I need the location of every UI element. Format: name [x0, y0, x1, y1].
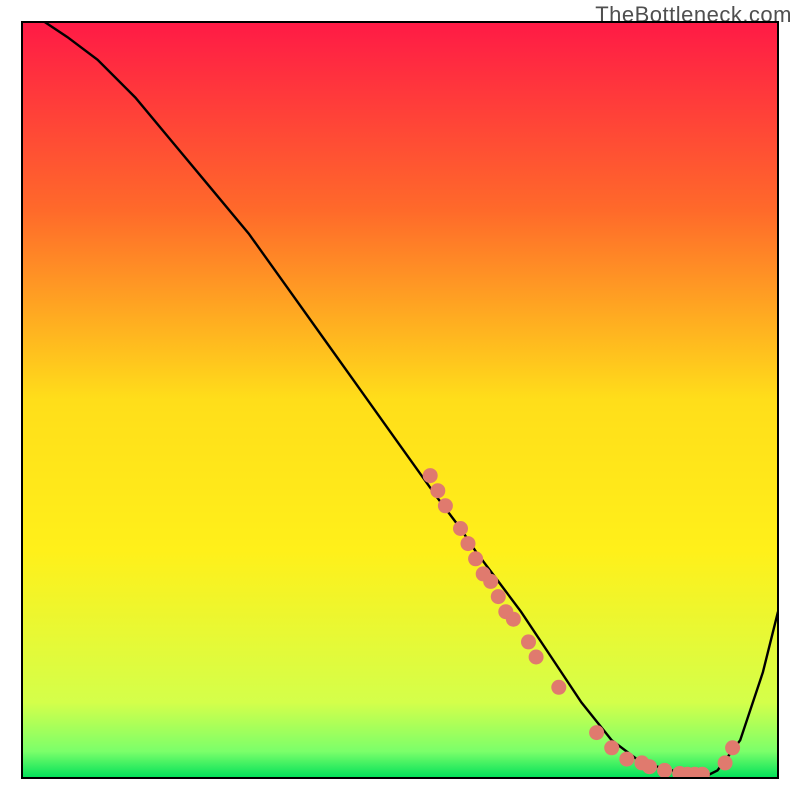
data-marker — [619, 752, 634, 767]
data-marker — [430, 483, 445, 498]
data-marker — [551, 680, 566, 695]
data-marker — [453, 521, 468, 536]
chart-stage: TheBottleneck.com — [0, 0, 800, 800]
data-marker — [642, 759, 657, 774]
data-marker — [529, 650, 544, 665]
data-marker — [589, 725, 604, 740]
data-marker — [604, 740, 619, 755]
data-marker — [718, 755, 733, 770]
data-marker — [657, 763, 672, 778]
data-marker — [423, 468, 438, 483]
data-marker — [468, 551, 483, 566]
data-marker — [491, 589, 506, 604]
chart-svg — [0, 0, 800, 800]
data-marker — [506, 612, 521, 627]
data-marker — [695, 767, 710, 782]
data-marker — [438, 498, 453, 513]
data-marker — [461, 536, 476, 551]
data-marker — [521, 634, 536, 649]
data-marker — [483, 574, 498, 589]
data-marker — [725, 740, 740, 755]
gradient-background — [22, 22, 778, 778]
